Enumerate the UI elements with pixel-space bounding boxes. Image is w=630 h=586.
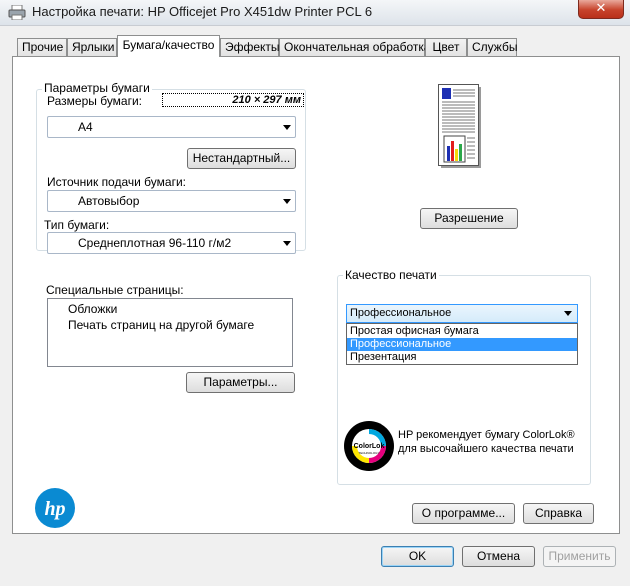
about-button[interactable]: О программе...	[412, 503, 515, 524]
quality-option-presentation[interactable]: Презентация	[347, 351, 577, 364]
cancel-button[interactable]: Отмена	[462, 546, 535, 567]
ok-button[interactable]: OK	[381, 546, 454, 567]
hp-logo-text: hp	[44, 498, 65, 520]
hp-logo-image: hp	[35, 488, 75, 528]
paper-size-combo[interactable]: A4	[47, 116, 296, 138]
paper-type-value: Среднеплотная 96-110 г/м2	[78, 236, 232, 250]
colorlok-logo-subtext: TECHNOLOGY	[358, 451, 379, 455]
chevron-down-icon	[283, 199, 291, 204]
tab-color[interactable]: Цвет	[425, 38, 467, 56]
resolution-button[interactable]: Разрешение	[420, 208, 518, 229]
paper-size-value: A4	[78, 120, 93, 134]
chevron-down-icon	[283, 241, 291, 246]
special-pages-label: Специальные страницы:	[46, 283, 184, 297]
paper-source-label: Источник подачи бумаги:	[47, 175, 186, 189]
tab-finishing[interactable]: Окончательная обработка	[279, 38, 431, 56]
custom-size-button[interactable]: Нестандартный...	[187, 148, 296, 169]
quality-option-professional[interactable]: Профессиональное	[347, 338, 577, 351]
tab-shortcuts[interactable]: Ярлыки	[67, 38, 117, 56]
window-title: Настройка печати: HP Officejet Pro X451d…	[32, 4, 373, 19]
paper-options-title: Параметры бумаги	[42, 81, 152, 95]
page-preview-image	[438, 84, 481, 168]
hp-logo: hp	[34, 487, 76, 529]
colorlok-logo: ColorLok TECHNOLOGY	[343, 420, 395, 472]
colorlok-text-2: для высочайшего качества печати	[398, 443, 574, 455]
print-quality-value: Профессиональное	[350, 307, 452, 319]
list-item[interactable]: Обложки	[68, 302, 117, 316]
paper-type-combo[interactable]: Среднеплотная 96-110 г/м2	[47, 232, 296, 254]
paper-size-dimensions: 210 × 297 мм	[162, 93, 304, 107]
tab-paper-quality[interactable]: Бумага/качество	[117, 35, 220, 57]
print-quality-dropdown-list: Простая офисная бумага Профессиональное …	[346, 323, 578, 365]
tab-other[interactable]: Прочие	[17, 38, 67, 56]
paper-type-label: Тип бумаги:	[44, 218, 110, 232]
chevron-down-icon	[564, 311, 572, 316]
printer-icon	[8, 5, 26, 20]
tab-services[interactable]: Службы	[467, 38, 517, 56]
colorlok-text-1: HP рекомендует бумагу ColorLok®	[398, 429, 575, 441]
close-button[interactable]: ✕	[578, 0, 624, 19]
chevron-down-icon	[283, 125, 291, 130]
paper-size-label: Размеры бумаги:	[47, 94, 143, 108]
tab-effects[interactable]: Эффекты	[220, 38, 280, 56]
quality-option-office[interactable]: Простая офисная бумага	[347, 325, 577, 338]
apply-button[interactable]: Применить	[543, 546, 616, 567]
paper-source-combo[interactable]: Автовыбор	[47, 190, 296, 212]
title-bar: Настройка печати: HP Officejet Pro X451d…	[0, 0, 630, 26]
help-button[interactable]: Справка	[523, 503, 594, 524]
colorlok-logo-image: ColorLok TECHNOLOGY	[344, 421, 394, 471]
paper-source-value: Автовыбор	[78, 194, 140, 208]
print-quality-title: Качество печати	[343, 268, 439, 282]
parameters-button[interactable]: Параметры...	[186, 372, 295, 393]
list-item[interactable]: Печать страниц на другой бумаге	[68, 318, 254, 332]
print-quality-combo[interactable]: Профессиональное	[346, 304, 578, 323]
special-pages-list[interactable]: Обложки Печать страниц на другой бумаге	[47, 298, 293, 367]
colorlok-logo-text: ColorLok	[354, 443, 385, 450]
page-preview	[438, 84, 482, 169]
